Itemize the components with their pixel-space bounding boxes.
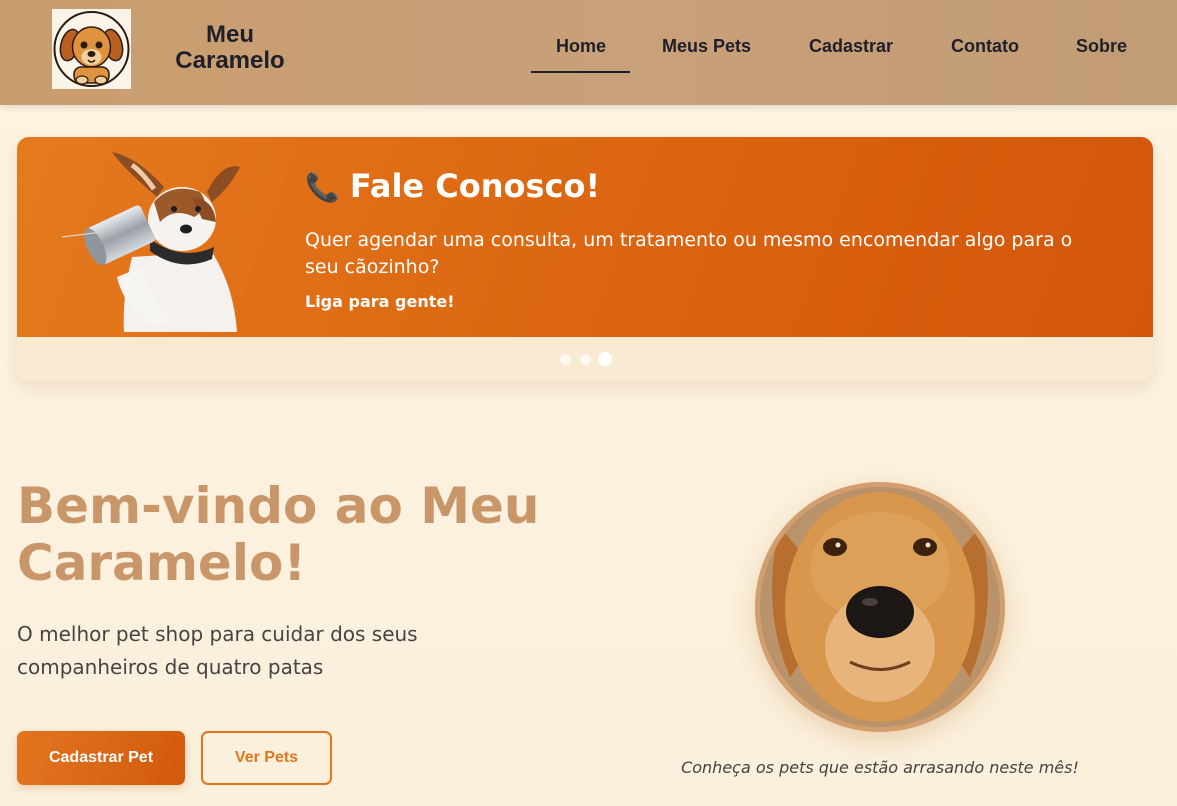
brand-name[interactable]: Meu Caramelo: [150, 22, 310, 74]
carousel-title: 📞 Fale Conosco!: [305, 167, 601, 205]
ver-pets-button[interactable]: Ver Pets: [201, 731, 332, 785]
active-nav-indicator: [531, 71, 630, 73]
site-header: Meu Caramelo Home Meus Pets Cadastrar Co…: [0, 0, 1177, 105]
puppy-logo-icon[interactable]: [52, 9, 131, 89]
hero-title: Bem-vindo ao Meu Caramelo!: [17, 477, 540, 592]
nav-item-meus-pets[interactable]: Meus Pets: [662, 36, 751, 57]
hero-subtitle: O melhor pet shop para cuidar dos seus c…: [17, 622, 418, 679]
carousel-dot-1[interactable]: [560, 354, 571, 365]
carousel-dot-2[interactable]: [580, 354, 591, 365]
carousel-dot-3[interactable]: [598, 352, 612, 366]
nav-item-sobre[interactable]: Sobre: [1076, 36, 1127, 57]
featured-pets-caption: Conheça os pets que estão arrasando nest…: [681, 758, 1079, 777]
phone-icon: 📞: [305, 171, 340, 204]
nav-item-home[interactable]: Home: [556, 36, 606, 57]
nav-item-contato[interactable]: Contato: [951, 36, 1019, 57]
carousel-text: Quer agendar uma consulta, um tratamento…: [305, 229, 1073, 278]
nav-item-cadastrar[interactable]: Cadastrar: [809, 36, 893, 57]
carousel-slide: 📞 Fale Conosco! Quer agendar uma consulta…: [17, 137, 1153, 337]
promo-carousel: 📞 Fale Conosco! Quer agendar uma consulta…: [17, 137, 1153, 381]
dog-with-tin-can-phone-image: [61, 147, 242, 332]
cadastrar-pet-button[interactable]: Cadastrar Pet: [17, 731, 185, 785]
featured-pet-photo: [755, 482, 1005, 732]
carousel-cta: Liga para gente!: [305, 292, 455, 311]
